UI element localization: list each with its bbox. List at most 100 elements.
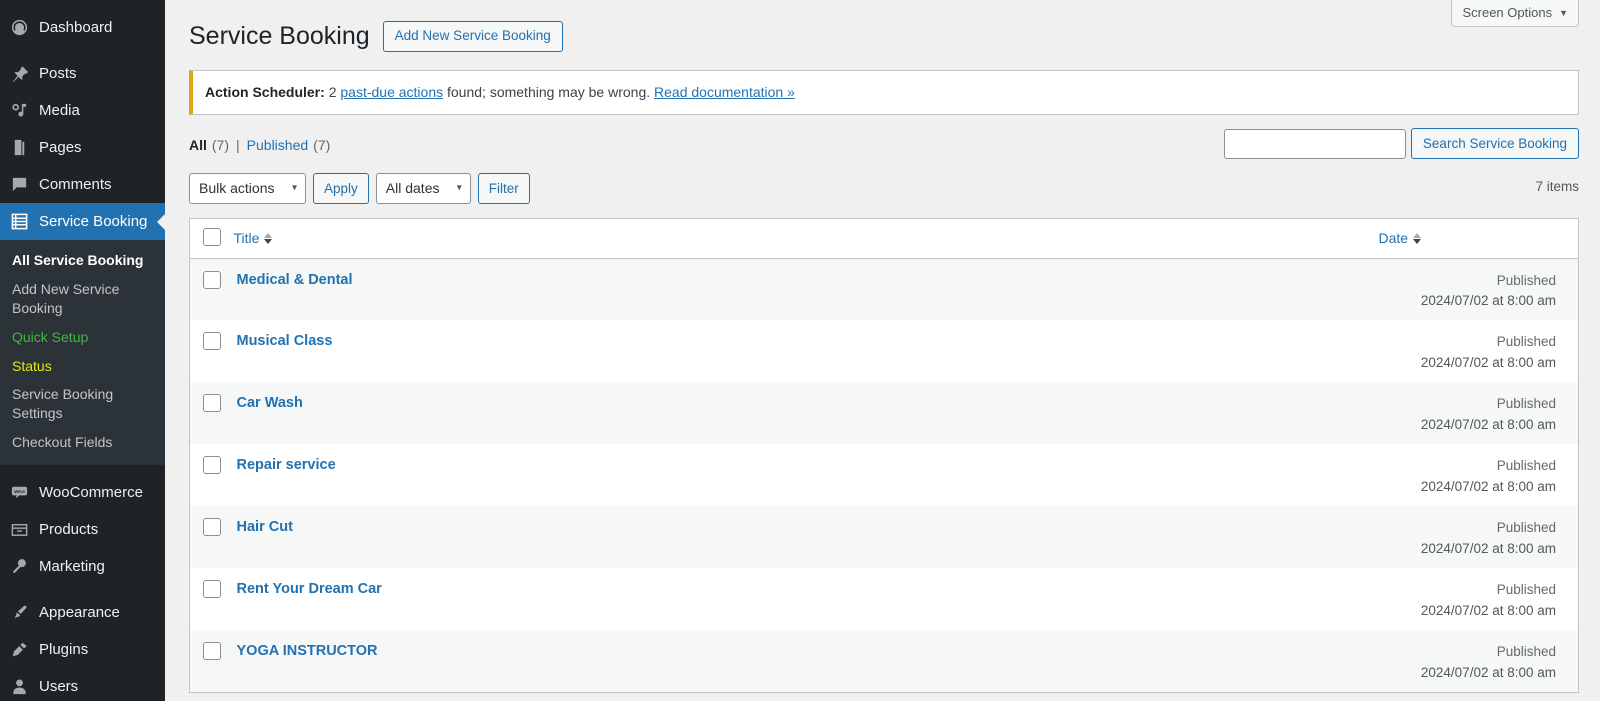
row-date: 2024/07/02 at 8:00 am	[1420, 664, 1556, 680]
submenu-item-add-new-service-booking[interactable]: Add New Service Booking	[0, 275, 165, 323]
sidebar-item-pages[interactable]: Pages	[0, 129, 165, 166]
pin-icon	[9, 63, 30, 84]
notice-middle: found; something may be wrong.	[447, 83, 651, 100]
row-select-cell	[190, 630, 234, 692]
page-title: Service Booking	[189, 22, 370, 50]
bulk-actions-select[interactable]: Bulk actions	[189, 172, 306, 204]
views-separator: |	[236, 136, 240, 153]
sidebar-item-label: Pages	[39, 138, 82, 156]
table-head: Title Date	[189, 218, 1579, 259]
view-all-count: (7)	[211, 136, 230, 153]
filter-button[interactable]: Filter	[477, 172, 530, 204]
row-title-link[interactable]: Hair Cut	[237, 519, 293, 535]
dashboard-icon	[9, 17, 30, 38]
table-body: Medical & Dental Published 2024/07/02 at…	[189, 258, 1579, 692]
sort-by-date-link[interactable]: Date	[1379, 230, 1422, 246]
row-checkbox[interactable]	[203, 394, 221, 412]
apply-button[interactable]: Apply	[313, 172, 369, 204]
sidebar-item-label: Media	[39, 101, 80, 119]
table-row: Musical Class Published 2024/07/02 at 8:…	[190, 320, 1579, 382]
chevron-down-icon: ▼	[1559, 7, 1568, 18]
search-input[interactable]	[1223, 128, 1406, 159]
row-checkbox[interactable]	[203, 332, 221, 350]
add-new-service-booking-button[interactable]: Add New Service Booking	[382, 20, 563, 52]
sidebar-item-label: Products	[39, 520, 99, 538]
row-date: 2024/07/02 at 8:00 am	[1420, 478, 1556, 494]
row-date: 2024/07/02 at 8:00 am	[1420, 293, 1556, 309]
row-date: 2024/07/02 at 8:00 am	[1420, 416, 1556, 432]
sidebar-item-dashboard[interactable]: Dashboard	[0, 9, 165, 46]
sidebar-item-woocommerce[interactable]: Woo WooCommerce	[0, 474, 165, 511]
admin-screen: Dashboard Posts Media Pages Comments Ser…	[0, 0, 1600, 701]
submenu-item-status[interactable]: Status	[0, 352, 165, 381]
row-title-cell: Musical Class	[234, 320, 1379, 382]
sidebar-item-media[interactable]: Media	[0, 92, 165, 129]
column-header-title: Title	[233, 218, 1379, 259]
sidebar-item-appearance[interactable]: Appearance	[0, 594, 165, 631]
media-icon	[9, 100, 30, 121]
row-checkbox[interactable]	[203, 642, 221, 660]
date-filter-select[interactable]: All dates	[375, 172, 471, 204]
submenu-item-service-booking-settings[interactable]: Service Booking Settings	[0, 380, 165, 428]
items-count-label: 7 items	[1535, 178, 1579, 194]
table-header-row: Title Date	[189, 218, 1579, 259]
submenu-item-all-service-booking[interactable]: All Service Booking	[0, 246, 165, 275]
row-checkbox[interactable]	[203, 580, 221, 598]
search-submit-button[interactable]: Search Service Booking	[1410, 128, 1579, 159]
row-title-link[interactable]: Musical Class	[237, 333, 333, 349]
sort-by-title-link[interactable]: Title	[234, 230, 273, 246]
table-row: Medical & Dental Published 2024/07/02 at…	[189, 258, 1579, 320]
row-select-cell	[190, 320, 234, 382]
screen-options-toggle[interactable]: Screen Options ▼	[1451, 0, 1579, 27]
sort-arrows-icon	[1413, 232, 1422, 244]
view-published-link[interactable]: Published	[247, 137, 309, 153]
submenu-item-label: Quick Setup	[12, 328, 89, 345]
products-icon	[9, 519, 30, 540]
view-all-link[interactable]: All	[189, 137, 207, 153]
row-status: Published	[1496, 520, 1556, 535]
row-checkbox[interactable]	[203, 270, 221, 289]
sidebar-item-marketing[interactable]: Marketing	[0, 548, 165, 585]
submenu-item-checkout-fields[interactable]: Checkout Fields	[0, 428, 165, 457]
row-date-cell: Published 2024/07/02 at 8:00 am	[1379, 320, 1579, 382]
row-title-link[interactable]: Car Wash	[237, 395, 303, 411]
row-title-cell: Hair Cut	[234, 506, 1379, 568]
row-date: 2024/07/02 at 8:00 am	[1420, 354, 1556, 370]
row-title-link[interactable]: Medical & Dental	[237, 272, 353, 288]
sidebar-item-comments[interactable]: Comments	[0, 166, 165, 203]
plug-icon	[9, 639, 30, 660]
sidebar-item-plugins[interactable]: Plugins	[0, 631, 165, 668]
page-header: Service Booking Add New Service Booking	[189, 10, 1579, 53]
row-date-cell: Published 2024/07/02 at 8:00 am	[1379, 258, 1579, 320]
row-title-link[interactable]: YOGA INSTRUCTOR	[237, 643, 378, 659]
search-form: Search Service Booking	[1223, 128, 1579, 159]
read-documentation-link[interactable]: Read documentation »	[654, 84, 795, 100]
table-row: Repair service Published 2024/07/02 at 8…	[190, 444, 1579, 506]
row-title-link[interactable]: Rent Your Dream Car	[237, 581, 382, 597]
row-checkbox[interactable]	[203, 456, 221, 474]
row-checkbox[interactable]	[203, 518, 221, 536]
sidebar-item-service-booking[interactable]: Service Booking	[0, 203, 165, 240]
row-status: Published	[1496, 396, 1556, 411]
row-title-cell: Rent Your Dream Car	[234, 568, 1379, 630]
past-due-actions-link[interactable]: past-due actions	[340, 84, 443, 100]
active-pointer-icon	[157, 212, 165, 231]
sidebar-item-posts[interactable]: Posts	[0, 55, 165, 92]
submenu-item-label: Status	[12, 357, 52, 374]
row-status: Published	[1496, 644, 1556, 659]
select-all-checkbox[interactable]	[203, 227, 221, 246]
row-title-cell: Car Wash	[234, 382, 1379, 444]
sidebar-item-label: Marketing	[39, 557, 105, 575]
sidebar-item-products[interactable]: Products	[0, 511, 165, 548]
sidebar-divider	[0, 465, 165, 474]
row-status: Published	[1496, 334, 1556, 349]
submenu-item-quick-setup[interactable]: Quick Setup	[0, 323, 165, 352]
submenu-item-label: All Service Booking	[12, 252, 144, 268]
column-title-label: Title	[233, 230, 260, 246]
row-title-link[interactable]: Repair service	[237, 457, 336, 473]
row-title-cell: Repair service	[234, 444, 1379, 506]
sidebar-item-label: Plugins	[39, 640, 89, 658]
sidebar-item-users[interactable]: Users	[0, 668, 165, 701]
sidebar-item-label: Users	[39, 677, 79, 695]
column-date-label: Date	[1378, 230, 1409, 246]
